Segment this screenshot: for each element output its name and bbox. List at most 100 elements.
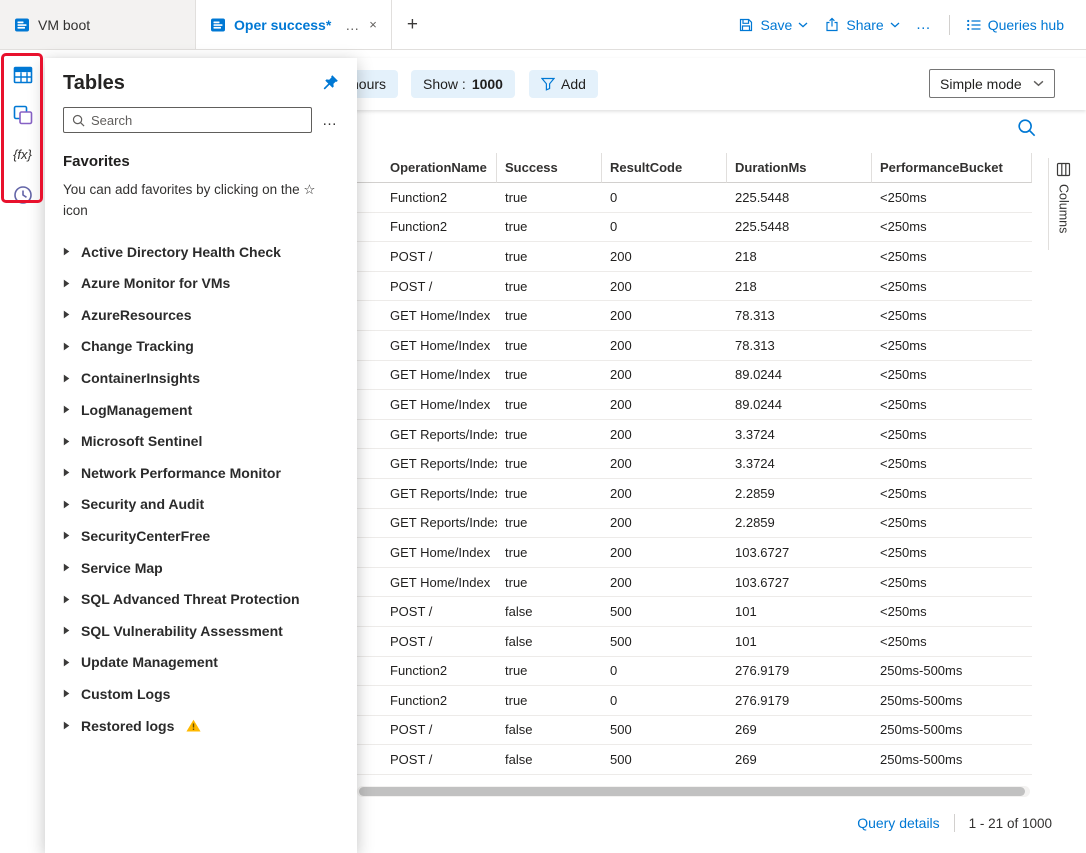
table-group-item[interactable]: SecurityCenterFree xyxy=(63,520,339,552)
table-group-item[interactable]: Active Directory Health Check xyxy=(63,236,339,268)
table-group-item[interactable]: Custom Logs xyxy=(63,678,339,710)
table-group-item[interactable]: Security and Audit xyxy=(63,489,339,521)
columns-pane-toggle[interactable]: Columns xyxy=(1048,158,1078,250)
queries-hub-button[interactable]: Queries hub xyxy=(966,17,1064,33)
scrollbar-thumb[interactable] xyxy=(359,787,1026,796)
table-group-item[interactable]: SQL Advanced Threat Protection xyxy=(63,583,339,615)
query-history-icon[interactable] xyxy=(10,182,36,207)
table-row[interactable]: GET Reports/Index true 200 2.2859 <250ms xyxy=(357,509,1032,539)
add-filter-pill[interactable]: Add xyxy=(529,70,598,98)
table-cell: GET Home/Index xyxy=(390,308,491,324)
table-group-item[interactable]: Update Management xyxy=(63,647,339,679)
column-header[interactable]: ResultCode xyxy=(602,153,727,183)
results-search-icon[interactable] xyxy=(1017,118,1036,140)
tab-oper-success[interactable]: Oper success* … × xyxy=(196,0,392,49)
table-group-item[interactable]: Network Performance Monitor xyxy=(63,457,339,489)
table-cell: 78.313 xyxy=(735,337,775,353)
table-row[interactable]: GET Home/Index true 200 89.0244 <250ms xyxy=(357,361,1032,391)
mode-dropdown[interactable]: Simple mode xyxy=(929,69,1055,98)
table-row[interactable]: POST / false 500 269 250ms-500ms xyxy=(357,716,1032,746)
table-cell: true xyxy=(505,308,528,324)
table-row[interactable]: GET Home/Index true 200 78.313 <250ms xyxy=(357,331,1032,361)
table-cell: 200 xyxy=(610,456,632,472)
table-row[interactable]: GET Home/Index true 200 78.313 <250ms xyxy=(357,301,1032,331)
more-commands-icon[interactable]: … xyxy=(916,16,933,33)
tables-icon[interactable] xyxy=(10,62,36,87)
show-value: 1000 xyxy=(471,76,503,92)
table-row[interactable]: Function2 true 0 225.5448 <250ms xyxy=(357,183,1032,213)
table-row[interactable]: POST / true 200 218 <250ms xyxy=(357,242,1032,272)
table-cell: 250ms-500ms xyxy=(880,692,963,708)
table-group-item[interactable]: AzureResources xyxy=(63,299,339,331)
table-cell: false xyxy=(505,604,533,620)
table-cell: <250ms xyxy=(880,396,927,412)
table-cell: <250ms xyxy=(880,278,927,294)
chevron-down-icon xyxy=(1033,80,1044,87)
table-row[interactable]: POST / false 500 101 <250ms xyxy=(357,597,1032,627)
table-cell: POST / xyxy=(390,633,433,649)
column-header[interactable]: PerformanceBucket xyxy=(872,153,1032,183)
top-bar: VM boot Oper success* … × + Save Share …… xyxy=(0,0,1086,50)
query-details-link[interactable]: Query details xyxy=(857,815,939,831)
table-group-item[interactable]: ContainerInsights xyxy=(63,362,339,394)
table-group-item[interactable]: LogManagement xyxy=(63,394,339,426)
new-tab-button[interactable]: + xyxy=(392,0,433,49)
favorites-hint: You can add favorites by clicking on the… xyxy=(63,182,316,218)
table-group-label: Security and Audit xyxy=(81,496,205,513)
save-icon xyxy=(738,17,754,33)
tab-more-icon[interactable]: … xyxy=(345,17,359,33)
table-row[interactable]: POST / false 500 269 250ms-500ms xyxy=(357,745,1032,775)
table-cell: 0 xyxy=(610,663,618,679)
table-cell: <250ms xyxy=(880,544,927,560)
table-row[interactable]: GET Reports/Index true 200 3.3724 <250ms xyxy=(357,420,1032,450)
table-cell: 218 xyxy=(735,278,757,294)
table-group-label: Service Map xyxy=(81,559,163,576)
table-group-item[interactable]: Change Tracking xyxy=(63,331,339,363)
table-group-item[interactable]: Restored logs xyxy=(63,710,339,742)
add-label: Add xyxy=(561,76,586,92)
table-row[interactable]: POST / true 200 218 <250ms xyxy=(357,272,1032,302)
table-row[interactable]: POST / false 500 101 <250ms xyxy=(357,627,1032,657)
column-header[interactable]: Success xyxy=(497,153,602,183)
show-limit-pill[interactable]: Show : 1000 xyxy=(411,70,515,98)
table-row[interactable]: GET Home/Index true 200 103.6727 <250ms xyxy=(357,538,1032,568)
queries-icon[interactable] xyxy=(10,102,36,127)
save-button[interactable]: Save xyxy=(738,17,808,33)
table-cell: GET Reports/Index xyxy=(390,515,497,531)
horizontal-scrollbar[interactable] xyxy=(357,786,1030,797)
functions-icon[interactable]: {fx} xyxy=(10,142,36,167)
table-group-label: SecurityCenterFree xyxy=(81,527,211,544)
table-row[interactable]: Function2 true 0 276.9179 250ms-500ms xyxy=(357,657,1032,687)
search-box[interactable] xyxy=(63,107,312,133)
table-cell: <250ms xyxy=(880,219,927,235)
table-cell: 500 xyxy=(610,633,632,649)
table-row[interactable]: GET Home/Index true 200 89.0244 <250ms xyxy=(357,390,1032,420)
pin-icon[interactable] xyxy=(323,74,339,93)
table-row[interactable]: GET Home/Index true 200 103.6727 <250ms xyxy=(357,568,1032,598)
command-bar: Save Share … Queries hub xyxy=(738,0,1086,49)
table-row[interactable]: GET Reports/Index true 200 3.3724 <250ms xyxy=(357,449,1032,479)
table-cell: true xyxy=(505,337,528,353)
table-group-item[interactable]: Service Map xyxy=(63,552,339,584)
tables-group-list: Active Directory Health Check Azure Monit… xyxy=(63,236,339,742)
tab-vm-boot[interactable]: VM boot xyxy=(0,0,196,49)
table-cell: <250ms xyxy=(880,574,927,590)
tab-close-icon[interactable]: × xyxy=(369,17,377,32)
search-input[interactable] xyxy=(91,112,303,128)
column-header[interactable]: OperationName xyxy=(357,153,497,183)
table-cell: true xyxy=(505,456,528,472)
table-row[interactable]: Function2 true 0 225.5448 <250ms xyxy=(357,213,1032,243)
panel-more-icon[interactable]: … xyxy=(322,112,339,129)
table-group-item[interactable]: Microsoft Sentinel xyxy=(63,425,339,457)
table-group-item[interactable]: SQL Vulnerability Assessment xyxy=(63,615,339,647)
table-row[interactable]: GET Reports/Index true 200 2.2859 <250ms xyxy=(357,479,1032,509)
column-header[interactable]: DurationMs xyxy=(727,153,872,183)
queries-hub-icon xyxy=(966,17,982,33)
share-button[interactable]: Share xyxy=(824,17,900,33)
table-group-item[interactable]: Azure Monitor for VMs xyxy=(63,267,339,299)
chevron-right-icon xyxy=(63,721,71,730)
table-cell: 276.9179 xyxy=(735,663,790,679)
table-cell: 500 xyxy=(610,722,632,738)
chevron-right-icon xyxy=(63,658,71,667)
table-row[interactable]: Function2 true 0 276.9179 250ms-500ms xyxy=(357,686,1032,716)
